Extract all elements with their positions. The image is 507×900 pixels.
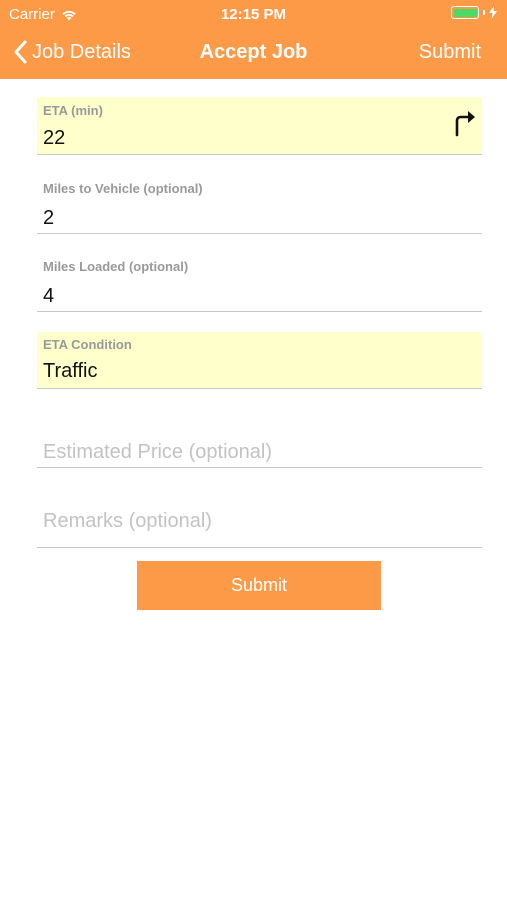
eta-condition-label: ETA Condition (43, 337, 132, 352)
eta-field[interactable]: ETA (min) 22 (37, 97, 482, 155)
remarks-field[interactable]: Remarks (optional) (37, 500, 482, 548)
estimated-price-placeholder: Estimated Price (optional) (43, 441, 272, 463)
turn-right-arrow-icon[interactable] (452, 109, 478, 137)
battery-icon (451, 6, 479, 19)
top-bar: Carrier 12:15 PM Job Details Accept Job … (0, 0, 507, 79)
charging-bolt-icon (489, 6, 497, 19)
miles-to-vehicle-label: Miles to Vehicle (optional) (43, 181, 203, 196)
nav-submit-button[interactable]: Submit (419, 41, 481, 64)
eta-condition-field[interactable]: ETA Condition Traffic (37, 332, 482, 389)
estimated-price-field[interactable]: Estimated Price (optional) (37, 430, 482, 468)
miles-to-vehicle-field[interactable]: Miles to Vehicle (optional) 2 (37, 174, 482, 234)
battery-indicator (451, 6, 497, 19)
status-bar: Carrier 12:15 PM (0, 0, 507, 28)
accept-job-screen: Carrier 12:15 PM Job Details Accept Job … (0, 0, 507, 900)
submit-button[interactable]: Submit (137, 561, 381, 610)
miles-to-vehicle-value: 2 (43, 207, 55, 229)
eta-condition-value: Traffic (43, 360, 98, 382)
miles-loaded-value: 4 (43, 285, 55, 307)
miles-loaded-field[interactable]: Miles Loaded (optional) 4 (37, 253, 482, 312)
eta-value: 22 (43, 127, 66, 149)
remarks-placeholder: Remarks (optional) (43, 510, 212, 532)
status-time: 12:15 PM (220, 6, 287, 23)
miles-loaded-label: Miles Loaded (optional) (43, 259, 189, 274)
eta-label: ETA (min) (43, 103, 103, 118)
navigation-bar: Job Details Accept Job Submit (0, 28, 507, 79)
